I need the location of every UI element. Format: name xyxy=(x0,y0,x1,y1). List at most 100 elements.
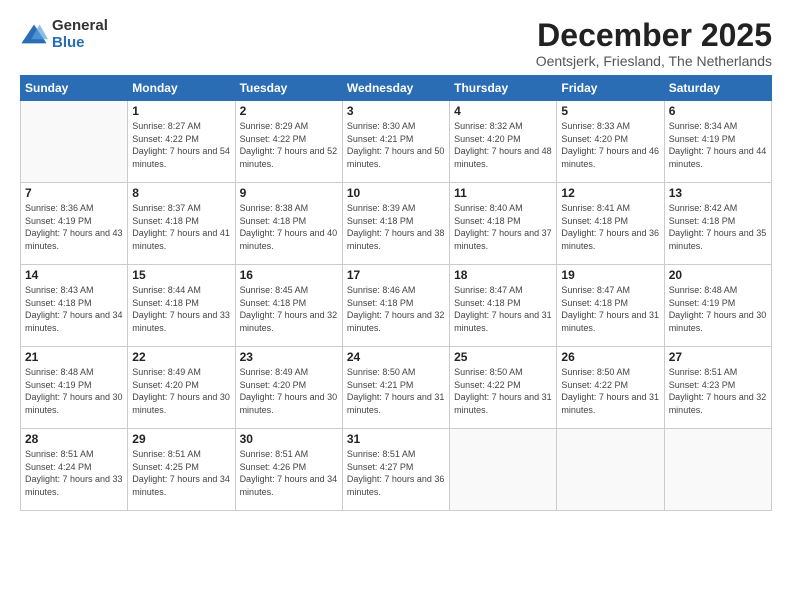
table-row: 20 Sunrise: 8:48 AMSunset: 4:19 PMDaylig… xyxy=(664,265,771,347)
cell-text: Sunrise: 8:30 AMSunset: 4:21 PMDaylight:… xyxy=(347,121,445,169)
day-number: 13 xyxy=(669,186,767,200)
day-number: 10 xyxy=(347,186,445,200)
table-row: 25 Sunrise: 8:50 AMSunset: 4:22 PMDaylig… xyxy=(450,347,557,429)
table-row xyxy=(557,429,664,511)
header: General Blue December 2025 Oentsjerk, Fr… xyxy=(20,18,772,69)
cell-text: Sunrise: 8:45 AMSunset: 4:18 PMDaylight:… xyxy=(240,285,338,333)
table-row: 13 Sunrise: 8:42 AMSunset: 4:18 PMDaylig… xyxy=(664,183,771,265)
table-row: 11 Sunrise: 8:40 AMSunset: 4:18 PMDaylig… xyxy=(450,183,557,265)
cell-text: Sunrise: 8:48 AMSunset: 4:19 PMDaylight:… xyxy=(25,367,123,415)
cell-text: Sunrise: 8:36 AMSunset: 4:19 PMDaylight:… xyxy=(25,203,123,251)
cell-text: Sunrise: 8:50 AMSunset: 4:22 PMDaylight:… xyxy=(561,367,659,415)
day-number: 14 xyxy=(25,268,123,282)
day-number: 27 xyxy=(669,350,767,364)
day-number: 3 xyxy=(347,104,445,118)
cell-text: Sunrise: 8:51 AMSunset: 4:23 PMDaylight:… xyxy=(669,367,767,415)
calendar-week-row: 7 Sunrise: 8:36 AMSunset: 4:19 PMDayligh… xyxy=(21,183,772,265)
table-row: 10 Sunrise: 8:39 AMSunset: 4:18 PMDaylig… xyxy=(342,183,449,265)
table-row: 22 Sunrise: 8:49 AMSunset: 4:20 PMDaylig… xyxy=(128,347,235,429)
table-row: 9 Sunrise: 8:38 AMSunset: 4:18 PMDayligh… xyxy=(235,183,342,265)
cell-text: Sunrise: 8:41 AMSunset: 4:18 PMDaylight:… xyxy=(561,203,659,251)
day-number: 29 xyxy=(132,432,230,446)
cell-text: Sunrise: 8:46 AMSunset: 4:18 PMDaylight:… xyxy=(347,285,445,333)
page: General Blue December 2025 Oentsjerk, Fr… xyxy=(0,0,792,612)
table-row xyxy=(664,429,771,511)
table-row: 8 Sunrise: 8:37 AMSunset: 4:18 PMDayligh… xyxy=(128,183,235,265)
table-row: 18 Sunrise: 8:47 AMSunset: 4:18 PMDaylig… xyxy=(450,265,557,347)
logo-icon xyxy=(20,21,48,49)
col-sunday: Sunday xyxy=(21,76,128,101)
day-number: 15 xyxy=(132,268,230,282)
day-number: 2 xyxy=(240,104,338,118)
cell-text: Sunrise: 8:51 AMSunset: 4:25 PMDaylight:… xyxy=(132,449,230,497)
table-row: 16 Sunrise: 8:45 AMSunset: 4:18 PMDaylig… xyxy=(235,265,342,347)
table-row: 3 Sunrise: 8:30 AMSunset: 4:21 PMDayligh… xyxy=(342,101,449,183)
day-number: 21 xyxy=(25,350,123,364)
cell-text: Sunrise: 8:49 AMSunset: 4:20 PMDaylight:… xyxy=(240,367,338,415)
calendar-week-row: 14 Sunrise: 8:43 AMSunset: 4:18 PMDaylig… xyxy=(21,265,772,347)
cell-text: Sunrise: 8:40 AMSunset: 4:18 PMDaylight:… xyxy=(454,203,552,251)
table-row: 26 Sunrise: 8:50 AMSunset: 4:22 PMDaylig… xyxy=(557,347,664,429)
table-row: 17 Sunrise: 8:46 AMSunset: 4:18 PMDaylig… xyxy=(342,265,449,347)
title-block: December 2025 Oentsjerk, Friesland, The … xyxy=(536,18,772,69)
cell-text: Sunrise: 8:37 AMSunset: 4:18 PMDaylight:… xyxy=(132,203,230,251)
col-tuesday: Tuesday xyxy=(235,76,342,101)
table-row: 31 Sunrise: 8:51 AMSunset: 4:27 PMDaylig… xyxy=(342,429,449,511)
col-saturday: Saturday xyxy=(664,76,771,101)
calendar-title: December 2025 xyxy=(536,18,772,53)
day-number: 26 xyxy=(561,350,659,364)
day-number: 31 xyxy=(347,432,445,446)
day-number: 20 xyxy=(669,268,767,282)
day-number: 4 xyxy=(454,104,552,118)
cell-text: Sunrise: 8:34 AMSunset: 4:19 PMDaylight:… xyxy=(669,121,767,169)
cell-text: Sunrise: 8:50 AMSunset: 4:21 PMDaylight:… xyxy=(347,367,445,415)
table-row: 28 Sunrise: 8:51 AMSunset: 4:24 PMDaylig… xyxy=(21,429,128,511)
col-thursday: Thursday xyxy=(450,76,557,101)
cell-text: Sunrise: 8:39 AMSunset: 4:18 PMDaylight:… xyxy=(347,203,445,251)
calendar-week-row: 28 Sunrise: 8:51 AMSunset: 4:24 PMDaylig… xyxy=(21,429,772,511)
calendar-week-row: 1 Sunrise: 8:27 AMSunset: 4:22 PMDayligh… xyxy=(21,101,772,183)
calendar-header-row: Sunday Monday Tuesday Wednesday Thursday… xyxy=(21,76,772,101)
cell-text: Sunrise: 8:42 AMSunset: 4:18 PMDaylight:… xyxy=(669,203,767,251)
logo: General Blue xyxy=(20,18,108,51)
day-number: 23 xyxy=(240,350,338,364)
calendar-week-row: 21 Sunrise: 8:48 AMSunset: 4:19 PMDaylig… xyxy=(21,347,772,429)
cell-text: Sunrise: 8:51 AMSunset: 4:27 PMDaylight:… xyxy=(347,449,445,497)
day-number: 18 xyxy=(454,268,552,282)
col-monday: Monday xyxy=(128,76,235,101)
cell-text: Sunrise: 8:48 AMSunset: 4:19 PMDaylight:… xyxy=(669,285,767,333)
cell-text: Sunrise: 8:47 AMSunset: 4:18 PMDaylight:… xyxy=(561,285,659,333)
day-number: 22 xyxy=(132,350,230,364)
table-row: 6 Sunrise: 8:34 AMSunset: 4:19 PMDayligh… xyxy=(664,101,771,183)
table-row: 24 Sunrise: 8:50 AMSunset: 4:21 PMDaylig… xyxy=(342,347,449,429)
cell-text: Sunrise: 8:49 AMSunset: 4:20 PMDaylight:… xyxy=(132,367,230,415)
calendar-table: Sunday Monday Tuesday Wednesday Thursday… xyxy=(20,75,772,511)
cell-text: Sunrise: 8:51 AMSunset: 4:24 PMDaylight:… xyxy=(25,449,123,497)
col-wednesday: Wednesday xyxy=(342,76,449,101)
table-row: 29 Sunrise: 8:51 AMSunset: 4:25 PMDaylig… xyxy=(128,429,235,511)
cell-text: Sunrise: 8:47 AMSunset: 4:18 PMDaylight:… xyxy=(454,285,552,333)
table-row: 23 Sunrise: 8:49 AMSunset: 4:20 PMDaylig… xyxy=(235,347,342,429)
cell-text: Sunrise: 8:44 AMSunset: 4:18 PMDaylight:… xyxy=(132,285,230,333)
cell-text: Sunrise: 8:33 AMSunset: 4:20 PMDaylight:… xyxy=(561,121,659,169)
day-number: 17 xyxy=(347,268,445,282)
cell-text: Sunrise: 8:32 AMSunset: 4:20 PMDaylight:… xyxy=(454,121,552,169)
day-number: 24 xyxy=(347,350,445,364)
cell-text: Sunrise: 8:43 AMSunset: 4:18 PMDaylight:… xyxy=(25,285,123,333)
table-row: 15 Sunrise: 8:44 AMSunset: 4:18 PMDaylig… xyxy=(128,265,235,347)
cell-text: Sunrise: 8:51 AMSunset: 4:26 PMDaylight:… xyxy=(240,449,338,497)
day-number: 8 xyxy=(132,186,230,200)
table-row: 14 Sunrise: 8:43 AMSunset: 4:18 PMDaylig… xyxy=(21,265,128,347)
table-row: 30 Sunrise: 8:51 AMSunset: 4:26 PMDaylig… xyxy=(235,429,342,511)
cell-text: Sunrise: 8:38 AMSunset: 4:18 PMDaylight:… xyxy=(240,203,338,251)
cell-text: Sunrise: 8:27 AMSunset: 4:22 PMDaylight:… xyxy=(132,121,230,169)
day-number: 30 xyxy=(240,432,338,446)
table-row: 7 Sunrise: 8:36 AMSunset: 4:19 PMDayligh… xyxy=(21,183,128,265)
day-number: 1 xyxy=(132,104,230,118)
logo-text: General Blue xyxy=(52,18,108,51)
table-row: 21 Sunrise: 8:48 AMSunset: 4:19 PMDaylig… xyxy=(21,347,128,429)
col-friday: Friday xyxy=(557,76,664,101)
day-number: 16 xyxy=(240,268,338,282)
logo-blue: Blue xyxy=(52,35,108,52)
day-number: 5 xyxy=(561,104,659,118)
